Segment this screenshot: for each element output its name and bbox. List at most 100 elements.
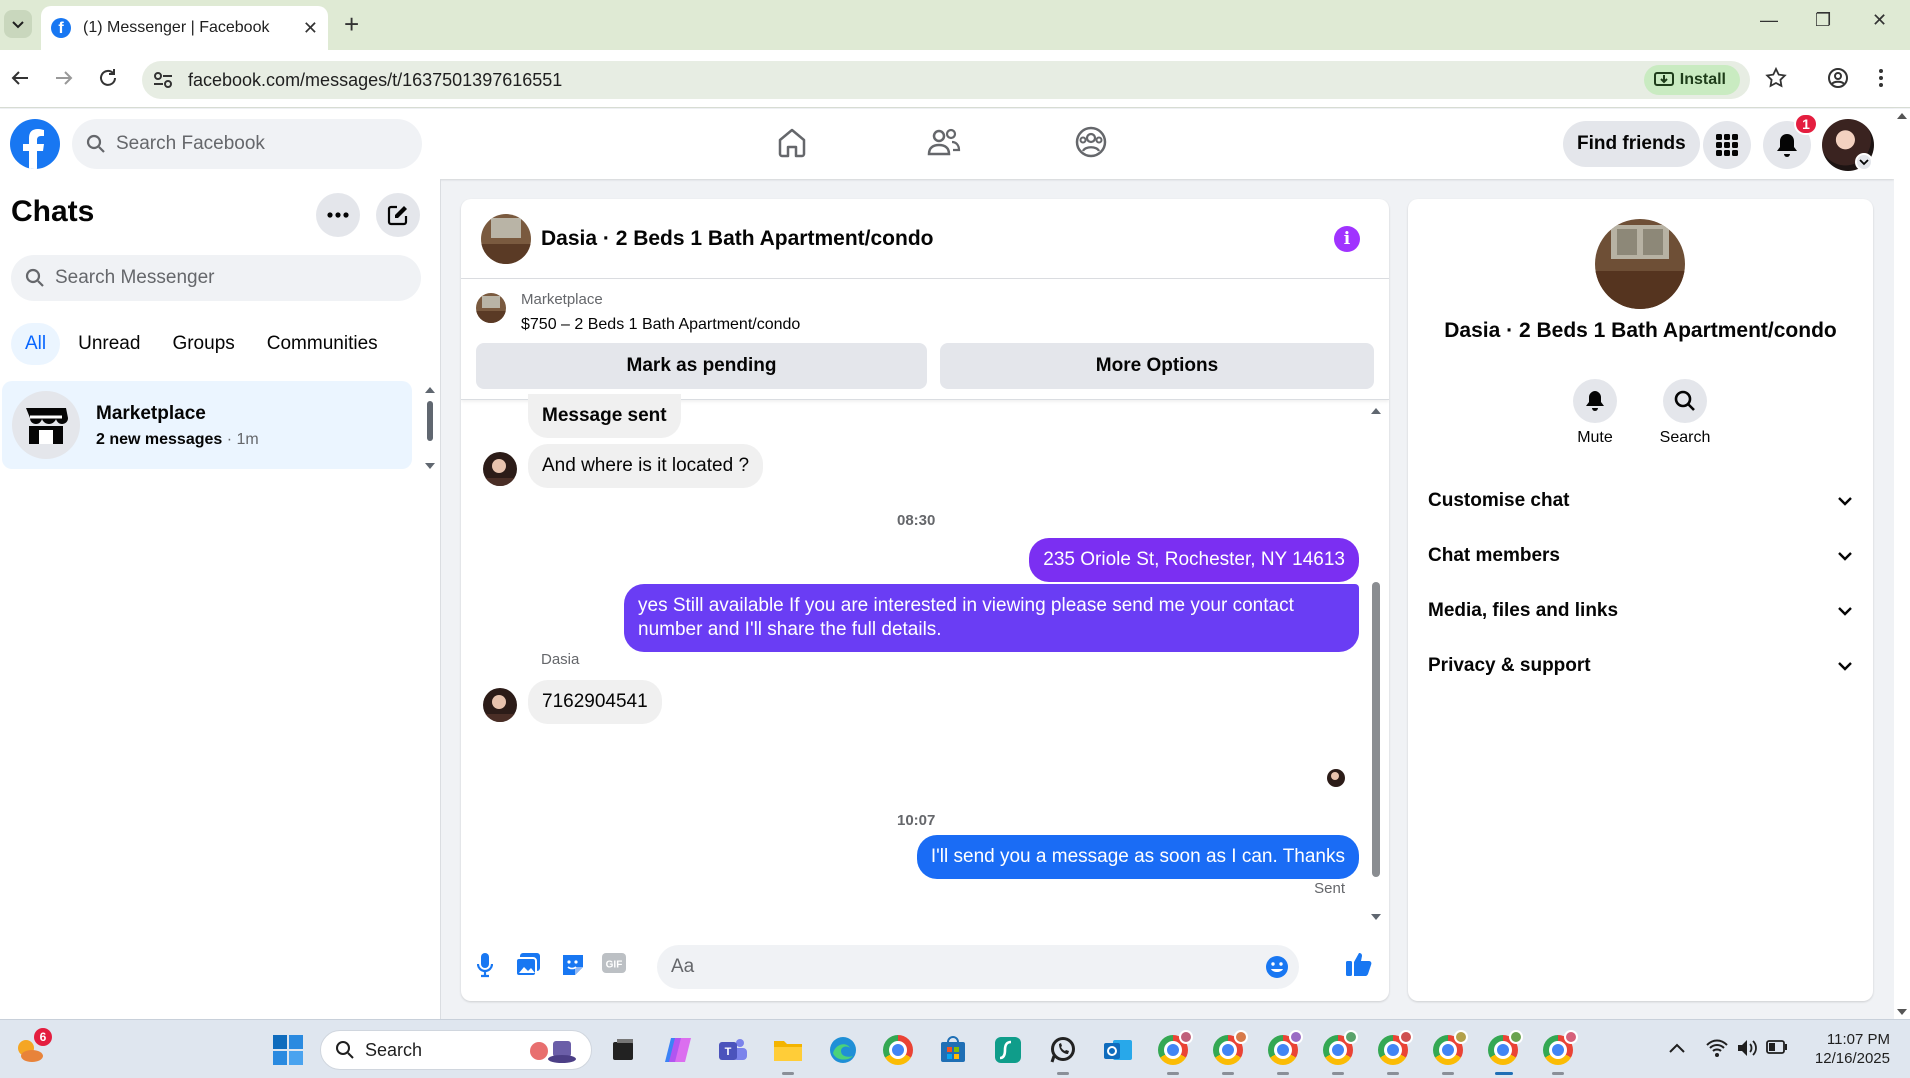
chrome-profile-button[interactable]	[1155, 1030, 1193, 1068]
message-bubble-in[interactable]: And where is it located ?	[528, 444, 764, 488]
wifi-icon[interactable]	[1706, 1038, 1728, 1058]
account-caret-icon[interactable]	[1855, 153, 1873, 171]
chrome-profile-button[interactable]	[1375, 1030, 1413, 1068]
close-tab-icon[interactable]: ✕	[303, 18, 318, 39]
show-hidden-icons-chevron-icon[interactable]	[1668, 1042, 1686, 1054]
reload-icon[interactable]	[96, 66, 120, 90]
conversation-scrollbar[interactable]	[1369, 404, 1383, 924]
friends-icon[interactable]	[925, 125, 961, 159]
chrome-button[interactable]	[880, 1032, 916, 1068]
start-button[interactable]	[270, 1032, 306, 1068]
filter-unread[interactable]: Unread	[64, 323, 154, 365]
chrome-profile-button[interactable]	[1430, 1030, 1468, 1068]
file-explorer-button[interactable]	[770, 1032, 806, 1068]
copilot-button[interactable]	[660, 1032, 696, 1068]
chrome-profile-button[interactable]	[1540, 1030, 1578, 1068]
sender-avatar[interactable]	[483, 688, 517, 722]
menu-button[interactable]	[1703, 121, 1751, 169]
restore-window-button[interactable]: ❐	[1815, 10, 1831, 31]
gif-icon[interactable]: GIF	[601, 952, 627, 974]
chrome-profile-button[interactable]	[1320, 1030, 1358, 1068]
home-icon[interactable]	[775, 125, 809, 159]
tab-search-dropdown[interactable]	[4, 10, 32, 38]
chrome-profile-button[interactable]	[1485, 1030, 1523, 1068]
conversation-title[interactable]: Dasia · 2 Beds 1 Bath Apartment/condo	[541, 227, 933, 251]
sender-avatar[interactable]	[483, 452, 517, 486]
message-bubble-out[interactable]: I'll send you a message as soon as I can…	[916, 835, 1359, 879]
emoji-icon[interactable]	[1265, 955, 1289, 979]
marketplace-avatar	[12, 391, 80, 459]
weather-widget[interactable]: 6	[12, 1028, 52, 1068]
browser-tab[interactable]: f (1) Messenger | Facebook ✕	[41, 6, 328, 50]
media-files-links-section[interactable]: Media, files and links	[1428, 589, 1853, 633]
find-friends-button[interactable]: Find friends	[1563, 121, 1700, 167]
search-in-conversation-action[interactable]: Search	[1640, 379, 1730, 447]
page-scrollbar[interactable]	[1894, 109, 1910, 1019]
volume-icon[interactable]	[1736, 1038, 1758, 1058]
script-app-button[interactable]	[990, 1032, 1026, 1068]
groups-icon[interactable]	[1074, 125, 1108, 159]
message-bubble-out[interactable]: 235 Oriole St, Rochester, NY 14613	[1029, 538, 1359, 582]
privacy-support-section[interactable]: Privacy & support	[1428, 644, 1853, 688]
listing-title[interactable]: $750 – 2 Beds 1 Bath Apartment/condo	[521, 316, 800, 334]
new-tab-button[interactable]: +	[344, 10, 359, 38]
info-avatar[interactable]	[1595, 219, 1685, 309]
edge-button[interactable]	[825, 1032, 861, 1068]
conversation-avatar[interactable]	[481, 214, 531, 264]
address-bar[interactable]: facebook.com/messages/t/1637501397616551…	[142, 61, 1750, 99]
system-clock[interactable]: 11:07 PM 12/16/2025	[1800, 1030, 1890, 1068]
chat-options-button[interactable]	[316, 193, 360, 237]
filter-communities[interactable]: Communities	[253, 323, 392, 365]
chrome-profile-button[interactable]	[1265, 1030, 1303, 1068]
chat-members-section[interactable]: Chat members	[1428, 534, 1853, 578]
thumbs-up-icon[interactable]	[1345, 950, 1373, 978]
filter-all[interactable]: All	[11, 323, 61, 365]
customise-chat-section[interactable]: Customise chat	[1428, 479, 1853, 523]
chat-list-item[interactable]: Marketplace 2 new messages · 1m	[2, 381, 412, 469]
mark-as-pending-button[interactable]: Mark as pending	[476, 343, 927, 389]
whatsapp-icon	[1050, 1037, 1075, 1063]
close-window-button[interactable]: ✕	[1872, 10, 1887, 31]
taskbar-search-box[interactable]: Search	[320, 1030, 592, 1070]
sticker-icon[interactable]	[561, 952, 585, 978]
task-view-icon	[613, 1039, 633, 1060]
conversation-info-icon[interactable]: i	[1334, 226, 1360, 252]
task-view-button[interactable]	[605, 1032, 641, 1068]
app-grid-icon	[1716, 134, 1738, 156]
chat-list-scrollbar[interactable]	[424, 383, 436, 473]
url-text: facebook.com/messages/t/1637501397616551	[188, 70, 563, 90]
mute-action[interactable]: Mute	[1550, 379, 1640, 447]
message-bubble-out[interactable]: yes Still available If you are intereste…	[624, 584, 1359, 652]
message-input-box[interactable]	[657, 945, 1299, 989]
listing-thumbnail[interactable]	[476, 293, 506, 323]
message-input[interactable]	[657, 945, 1237, 989]
chrome-profile-button[interactable]	[1210, 1030, 1248, 1068]
battery-icon[interactable]	[1766, 1040, 1788, 1054]
photo-attach-icon[interactable]	[515, 952, 541, 978]
account-icon[interactable]	[1826, 66, 1850, 90]
running-indicator	[1057, 1072, 1069, 1075]
minimize-window-button[interactable]: —	[1760, 10, 1778, 31]
new-message-button[interactable]	[376, 193, 420, 237]
facebook-logo-icon[interactable]	[10, 119, 60, 169]
bookmark-star-icon[interactable]	[1764, 66, 1788, 90]
browser-menu-icon[interactable]	[1876, 66, 1886, 90]
facebook-header: Search Facebook Find friends 1	[0, 109, 1894, 179]
microphone-icon[interactable]	[477, 952, 493, 978]
facebook-favicon-icon: f	[51, 18, 71, 38]
message-bubble-in[interactable]: Message sent	[528, 394, 681, 438]
filter-groups[interactable]: Groups	[158, 323, 248, 365]
teams-button[interactable]: T	[715, 1032, 751, 1068]
back-arrow-icon[interactable]	[8, 66, 32, 90]
more-options-button[interactable]: More Options	[940, 343, 1374, 389]
microsoft-store-button[interactable]	[935, 1032, 971, 1068]
install-app-button[interactable]: Install	[1643, 65, 1740, 95]
section-label: Customise chat	[1428, 490, 1570, 511]
forward-arrow-icon[interactable]	[52, 66, 76, 90]
facebook-search-box[interactable]: Search Facebook	[72, 119, 422, 169]
messenger-search-input[interactable]: Search Messenger	[11, 255, 421, 301]
whatsapp-button[interactable]	[1045, 1032, 1081, 1068]
message-bubble-in[interactable]: 7162904541	[528, 680, 662, 724]
site-settings-icon[interactable]	[152, 70, 174, 90]
outlook-button[interactable]	[1100, 1032, 1136, 1068]
